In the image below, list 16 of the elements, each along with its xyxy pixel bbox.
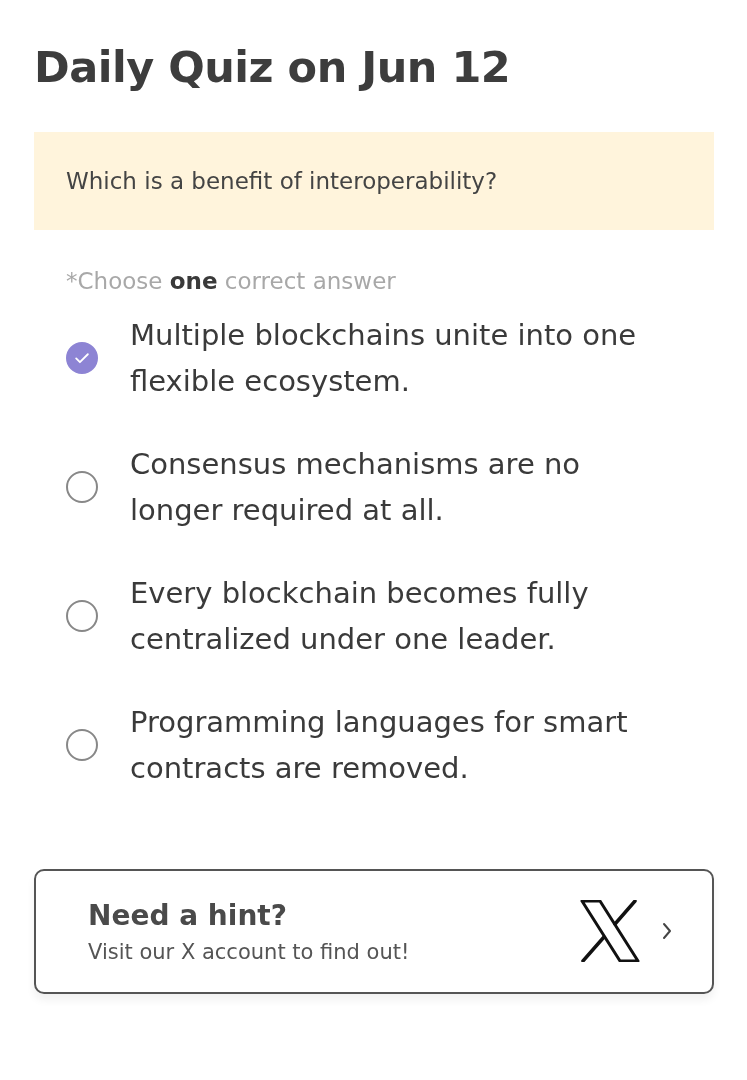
logo-icon xyxy=(580,900,640,963)
answer-option[interactable]: Every blockchain becomes fully centralized under one leader. xyxy=(130,569,650,662)
chevron-right-icon xyxy=(662,922,672,941)
answer-option[interactable]: Programming languages for smart contracts are removed. xyxy=(130,698,650,791)
hint-subtitle: Visit our X account to find out! xyxy=(88,939,410,964)
radio-button[interactable] xyxy=(66,728,98,761)
instruction-text: *Choose one correct answer xyxy=(66,267,396,294)
answer-option[interactable]: Consensus mechanisms are no longer required at all. xyxy=(130,440,650,533)
radio-button[interactable] xyxy=(66,470,98,503)
answer-option[interactable]: Multiple blockchains unite into one flexible ecosystem. xyxy=(130,311,650,404)
hint-title: Need a hint? xyxy=(88,898,287,932)
quiz-title: Daily Quiz on Jun 12 xyxy=(34,41,512,94)
hint-card[interactable]: Need a hint? Visit our X account to find out! xyxy=(34,868,714,994)
question-text: Which is a benefit of interoperability? xyxy=(66,167,498,194)
radio-button[interactable] xyxy=(66,341,98,374)
radio-button[interactable] xyxy=(66,599,98,632)
